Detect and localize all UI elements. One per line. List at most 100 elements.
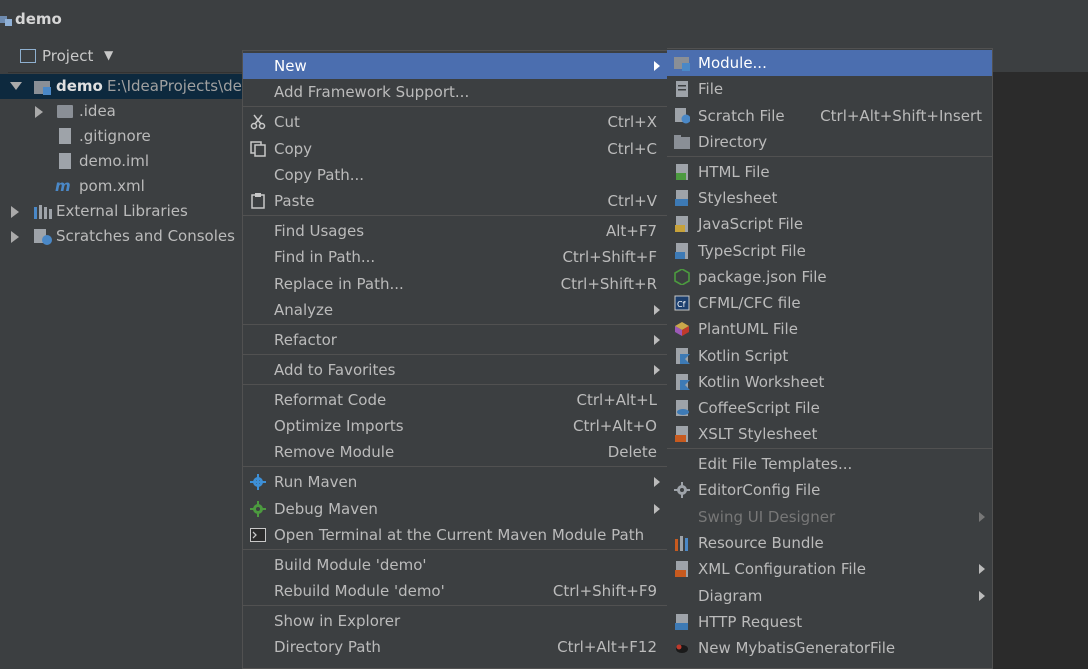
submenu-item-html-file[interactable]: HTML File <box>667 159 992 185</box>
submenu-item-edit-file-templates[interactable]: Edit File Templates... <box>667 451 992 477</box>
menu-item-copy-path[interactable]: Copy Path... <box>243 162 667 188</box>
menu-item-debug-maven[interactable]: Debug Maven <box>243 496 667 522</box>
menu-item-remove-module[interactable]: Remove Module Delete <box>243 439 667 465</box>
submenu-item-xslt-stylesheet[interactable]: XSLT Stylesheet <box>667 421 992 447</box>
mybatis-bird-icon <box>676 644 688 653</box>
menu-item-rebuild-module[interactable]: Rebuild Module 'demo' Ctrl+Shift+F9 <box>243 578 667 604</box>
submenu-item-module[interactable]: Module... <box>667 50 992 76</box>
submenu-item-typescript-file[interactable]: TypeScript File <box>667 238 992 264</box>
submenu-item-resource-bundle[interactable]: Resource Bundle <box>667 530 992 556</box>
menu-item-show-in-explorer[interactable]: Show in Explorer <box>243 608 667 634</box>
css-file-icon <box>675 190 688 206</box>
menu-item-build-module[interactable]: Build Module 'demo' <box>243 552 667 578</box>
xml-file-icon <box>675 561 688 577</box>
menu-item-shortcut: Ctrl+C <box>607 140 657 158</box>
menu-item-label: Copy Path... <box>274 166 365 184</box>
submenu-item-diagram[interactable]: Diagram <box>667 583 992 609</box>
menu-item-label: Reformat Code <box>274 391 387 409</box>
submenu-item-scratch-file[interactable]: Scratch File Ctrl+Alt+Shift+Insert <box>667 103 992 129</box>
scratches-icon <box>34 229 52 245</box>
submenu-arrow-icon <box>654 335 660 345</box>
menu-item-label: Module... <box>698 54 767 72</box>
menu-item-shortcut: Ctrl+Alt+L <box>576 391 658 409</box>
menu-item-find-in-path[interactable]: Find in Path... Ctrl+Shift+F <box>243 244 667 270</box>
menu-item-label: Copy <box>274 140 313 158</box>
submenu-item-directory[interactable]: Directory <box>667 129 992 155</box>
menu-item-label: Run Maven <box>274 473 358 491</box>
menu-separator <box>243 354 667 355</box>
menu-item-label: Open Terminal at the Current Maven Modul… <box>274 526 645 544</box>
menu-separator <box>667 448 992 449</box>
submenu-item-stylesheet[interactable]: Stylesheet <box>667 185 992 211</box>
menu-item-cut[interactable]: Cut Ctrl+X <box>243 109 667 135</box>
menu-item-label: Show in Explorer <box>274 612 401 630</box>
tree-item-label: pom.xml <box>79 177 145 195</box>
menu-item-new[interactable]: New <box>243 53 667 79</box>
new-submenu: Module... File Scratch File Ctrl+Alt+Shi… <box>667 48 993 669</box>
coffeescript-file-icon <box>676 400 689 416</box>
menu-item-label: CFML/CFC file <box>698 294 801 312</box>
menu-separator <box>243 215 667 216</box>
submenu-item-coffeescript-file[interactable]: CoffeeScript File <box>667 395 992 421</box>
submenu-item-cfml-file[interactable]: Cf CFML/CFC file <box>667 290 992 316</box>
menu-item-optimize-imports[interactable]: Optimize Imports Ctrl+Alt+O <box>243 413 667 439</box>
file-icon <box>676 81 688 97</box>
tree-item-path: E:\IdeaProjects\de <box>107 77 242 95</box>
submenu-item-file[interactable]: File <box>667 76 992 102</box>
expand-arrow-icon[interactable] <box>11 231 19 243</box>
expand-arrow-icon[interactable] <box>11 206 19 218</box>
menu-item-label: New MybatisGeneratorFile <box>698 639 896 657</box>
terminal-icon <box>250 528 266 542</box>
menu-separator <box>243 106 667 107</box>
submenu-item-kotlin-script[interactable]: Kotlin Script <box>667 343 992 369</box>
tree-item-label: demo.iml <box>79 152 149 170</box>
menu-item-run-maven[interactable]: Run Maven <box>243 469 667 495</box>
menu-separator <box>667 156 992 157</box>
menu-item-copy[interactable]: Copy Ctrl+C <box>243 136 667 162</box>
menu-item-add-to-favorites[interactable]: Add to Favorites <box>243 357 667 383</box>
expand-arrow-icon[interactable] <box>35 106 43 118</box>
submenu-item-plantuml-file[interactable]: PlantUML File <box>667 316 992 342</box>
menu-item-analyze[interactable]: Analyze <box>243 297 667 323</box>
menu-item-directory-path[interactable]: Directory Path Ctrl+Alt+F12 <box>243 634 667 660</box>
submenu-item-http-request[interactable]: HTTP Request <box>667 609 992 635</box>
menu-item-label: Directory <box>698 133 768 151</box>
menu-item-find-usages[interactable]: Find Usages Alt+F7 <box>243 218 667 244</box>
submenu-item-editorconfig-file[interactable]: EditorConfig File <box>667 477 992 503</box>
menu-item-label: Resource Bundle <box>698 534 824 552</box>
menu-item-label: EditorConfig File <box>698 481 821 499</box>
submenu-item-swing-ui-designer[interactable]: Swing UI Designer <box>667 504 992 530</box>
menu-item-label: Add to Favorites <box>274 361 396 379</box>
gear-icon <box>250 474 266 490</box>
menu-item-refactor[interactable]: Refactor <box>243 327 667 353</box>
menu-separator <box>243 549 667 550</box>
plantuml-icon <box>675 322 689 336</box>
typescript-file-icon <box>675 243 688 259</box>
submenu-item-javascript-file[interactable]: JavaScript File <box>667 211 992 237</box>
menu-separator <box>243 324 667 325</box>
gear-icon <box>674 482 690 498</box>
menu-item-add-framework-support[interactable]: Add Framework Support... <box>243 79 667 105</box>
expand-arrow-icon[interactable] <box>10 82 22 90</box>
project-view-label: Project <box>42 47 94 65</box>
menu-item-label: Stylesheet <box>698 189 778 207</box>
libraries-icon <box>34 205 52 219</box>
submenu-item-package-json-file[interactable]: package.json File <box>667 264 992 290</box>
menu-item-label: HTML File <box>698 163 770 181</box>
resource-bundle-icon <box>675 536 688 551</box>
chevron-down-icon[interactable]: ▼ <box>104 48 113 62</box>
submenu-item-kotlin-worksheet[interactable]: Kotlin Worksheet <box>667 369 992 395</box>
submenu-arrow-icon <box>654 305 660 315</box>
submenu-item-xml-configuration-file[interactable]: XML Configuration File <box>667 556 992 582</box>
menu-item-label: Find in Path... <box>274 248 376 266</box>
menu-item-shortcut: Ctrl+X <box>607 113 657 131</box>
menu-item-open-terminal[interactable]: Open Terminal at the Current Maven Modul… <box>243 522 667 548</box>
menu-item-label: JavaScript File <box>698 215 804 233</box>
menu-item-reformat-code[interactable]: Reformat Code Ctrl+Alt+L <box>243 387 667 413</box>
menu-item-label: Kotlin Script <box>698 347 789 365</box>
menu-item-paste[interactable]: Paste Ctrl+V <box>243 188 667 214</box>
menu-item-replace-in-path[interactable]: Replace in Path... Ctrl+Shift+R <box>243 271 667 297</box>
project-view-icon <box>20 49 36 63</box>
menu-item-label: TypeScript File <box>698 242 806 260</box>
submenu-item-new-mybatis-generator-file[interactable]: New MybatisGeneratorFile <box>667 635 992 661</box>
